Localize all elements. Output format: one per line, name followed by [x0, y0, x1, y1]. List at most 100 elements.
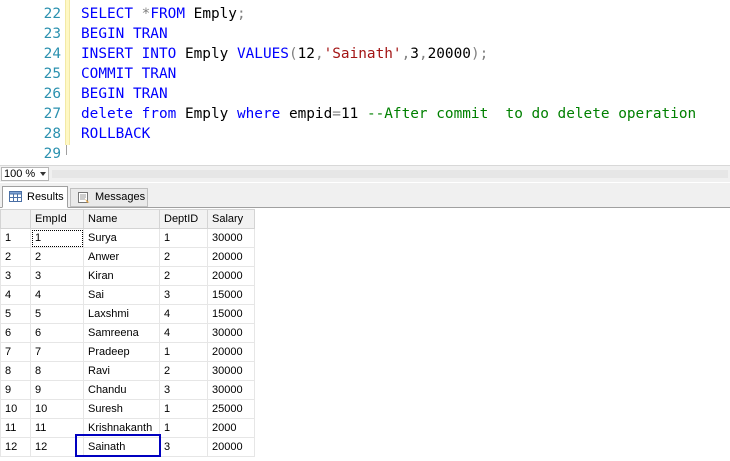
cell-deptid[interactable]: 4 — [159, 323, 208, 343]
code-line[interactable]: 25 COMMIT TRAN — [0, 64, 730, 84]
table-row[interactable]: 8 8 Ravi 2 30000 — [0, 361, 255, 381]
cell-salary[interactable]: 20000 — [207, 437, 255, 457]
code-line[interactable]: 29 — [0, 144, 730, 164]
row-number[interactable]: 11 — [0, 418, 31, 438]
cell-salary[interactable]: 20000 — [207, 247, 255, 267]
code-token: , — [314, 46, 324, 62]
cell-deptid[interactable]: 2 — [159, 361, 208, 381]
cell-deptid[interactable]: 1 — [159, 418, 208, 438]
cell-salary[interactable]: 20000 — [207, 342, 255, 362]
cell-deptid[interactable]: 3 — [159, 380, 208, 400]
cell-empid[interactable]: 4 — [30, 285, 84, 305]
code-token: Emply — [193, 6, 237, 22]
cell-salary[interactable]: 15000 — [207, 285, 255, 305]
cell-salary[interactable]: 15000 — [207, 304, 255, 324]
row-number[interactable]: 6 — [0, 323, 31, 343]
table-row[interactable]: 5 5 Laxshmi 4 15000 — [0, 304, 255, 324]
cell-name[interactable]: Laxshmi — [83, 304, 160, 324]
horizontal-scrollbar[interactable] — [52, 170, 728, 178]
table-row[interactable]: 4 4 Sai 3 15000 — [0, 285, 255, 305]
cell-name[interactable]: Sainath — [83, 437, 160, 457]
cell-empid[interactable]: 8 — [30, 361, 84, 381]
cell-empid[interactable]: 12 — [30, 437, 84, 457]
cell-deptid[interactable]: 2 — [159, 247, 208, 267]
cell-name[interactable]: Samreena — [83, 323, 160, 343]
row-number[interactable]: 1 — [0, 228, 31, 248]
cell-name[interactable]: Anwer — [83, 247, 160, 267]
row-number[interactable]: 10 — [0, 399, 31, 419]
sql-editor[interactable]: 22 SELECT *FROM Emply; 23 BEGIN TRAN 24 INSER… — [0, 0, 730, 165]
cell-empid[interactable]: 11 — [30, 418, 84, 438]
cell-name[interactable]: Chandu — [83, 380, 160, 400]
cell-deptid[interactable]: 2 — [159, 266, 208, 286]
code-line[interactable]: 23 BEGIN TRAN — [0, 24, 730, 44]
cell-empid[interactable]: 1 — [30, 228, 84, 248]
column-header-name[interactable]: Name — [83, 209, 160, 229]
row-number[interactable]: 9 — [0, 380, 31, 400]
cell-empid[interactable]: 9 — [30, 380, 84, 400]
table-row[interactable]: 9 9 Chandu 3 30000 — [0, 380, 255, 400]
table-row[interactable]: 10 10 Suresh 1 25000 — [0, 399, 255, 419]
cell-salary[interactable]: 30000 — [207, 361, 255, 381]
cell-name[interactable]: Sai — [83, 285, 160, 305]
table-row[interactable]: 7 7 Pradeep 1 20000 — [0, 342, 255, 362]
cell-empid[interactable]: 6 — [30, 323, 84, 343]
cell-salary[interactable]: 25000 — [207, 399, 255, 419]
table-row[interactable]: 12 12 Sainath 3 20000 — [0, 437, 255, 457]
row-number[interactable]: 5 — [0, 304, 31, 324]
column-header-salary[interactable]: Salary — [207, 209, 255, 229]
cell-empid[interactable]: 2 — [30, 247, 84, 267]
table-row[interactable]: 2 2 Anwer 2 20000 — [0, 247, 255, 267]
column-header-empid[interactable]: EmpId — [30, 209, 84, 229]
code-text: COMMIT TRAN — [81, 64, 176, 84]
code-token: Emply — [184, 106, 237, 122]
cell-empid[interactable]: 10 — [30, 399, 84, 419]
tab-messages[interactable]: Messages — [70, 188, 148, 207]
table-row[interactable]: 3 3 Kiran 2 20000 — [0, 266, 255, 286]
cell-name[interactable]: Pradeep — [83, 342, 160, 362]
zoom-dropdown[interactable]: 100 % — [1, 167, 49, 181]
cell-empid[interactable]: 5 — [30, 304, 84, 324]
cell-deptid[interactable]: 3 — [159, 437, 208, 457]
code-token: 11 — [340, 106, 367, 122]
row-number[interactable]: 3 — [0, 266, 31, 286]
cell-deptid[interactable]: 1 — [159, 342, 208, 362]
code-line[interactable]: 24 INSERT INTO Emply VALUES(12,'Sainath',… — [0, 44, 730, 64]
row-number[interactable]: 4 — [0, 285, 31, 305]
cell-deptid[interactable]: 1 — [159, 228, 208, 248]
cell-empid[interactable]: 3 — [30, 266, 84, 286]
cell-salary[interactable]: 30000 — [207, 323, 255, 343]
cell-name[interactable]: Surya — [83, 228, 160, 248]
cell-name[interactable]: Kiran — [83, 266, 160, 286]
cell-salary[interactable]: 30000 — [207, 228, 255, 248]
row-number[interactable]: 2 — [0, 247, 31, 267]
cell-name[interactable]: Ravi — [83, 361, 160, 381]
code-line[interactable]: 27 delete from Emply where empid=11 --Aft… — [0, 104, 730, 124]
table-row[interactable]: 1 1 Surya 1 30000 — [0, 228, 255, 248]
cell-deptid[interactable]: 3 — [159, 285, 208, 305]
code-token: 3 — [410, 46, 419, 62]
table-row[interactable]: 6 6 Samreena 4 30000 — [0, 323, 255, 343]
cell-salary[interactable]: 20000 — [207, 266, 255, 286]
cell-name[interactable]: Suresh — [83, 399, 160, 419]
code-line[interactable]: 22 SELECT *FROM Emply; — [0, 4, 730, 24]
code-line[interactable]: 26 BEGIN TRAN — [0, 84, 730, 104]
row-number[interactable]: 12 — [0, 437, 31, 457]
cell-deptid[interactable]: 4 — [159, 304, 208, 324]
row-number[interactable]: 7 — [0, 342, 31, 362]
column-header-deptid[interactable]: DeptID — [159, 209, 208, 229]
results-grid[interactable]: EmpId Name DeptID Salary 1 1 Surya 1 30000 2 2… — [0, 209, 730, 461]
corner-cell[interactable] — [0, 209, 31, 229]
cell-salary[interactable]: 2000 — [207, 418, 255, 438]
cell-name[interactable]: Krishnakanth — [83, 418, 160, 438]
tab-results[interactable]: Results — [2, 186, 68, 208]
cell-empid[interactable]: 7 — [30, 342, 84, 362]
code-line[interactable]: 28 ROLLBACK — [0, 124, 730, 144]
code-token: BEGIN TRAN — [81, 86, 168, 102]
row-number[interactable]: 8 — [0, 361, 31, 381]
table-row[interactable]: 11 11 Krishnakanth 1 2000 — [0, 418, 255, 438]
code-token: where — [236, 106, 289, 122]
cell-salary[interactable]: 30000 — [207, 380, 255, 400]
cell-deptid[interactable]: 1 — [159, 399, 208, 419]
code-token: Emply — [184, 46, 237, 62]
